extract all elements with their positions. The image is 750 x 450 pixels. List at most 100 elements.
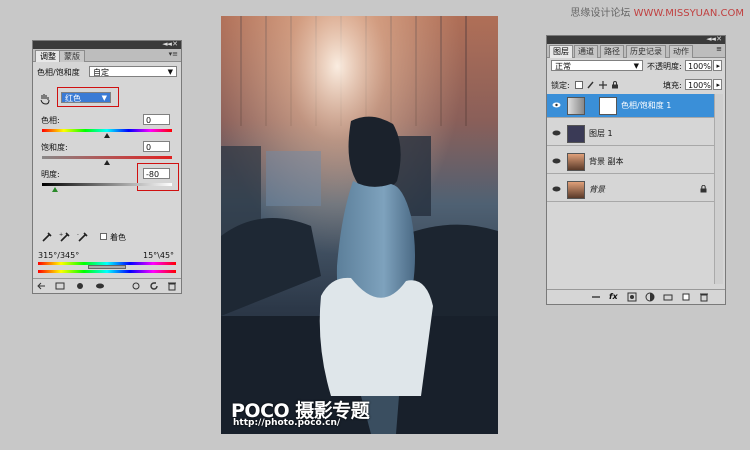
tab-actions[interactable]: 动作 — [669, 45, 693, 58]
lock-position-icon[interactable] — [599, 81, 607, 89]
layer-name[interactable]: 背景 — [589, 184, 605, 195]
tab-paths[interactable]: 路径 — [600, 45, 624, 58]
fill-dropdown[interactable]: ▸ — [713, 79, 722, 90]
layer-mask-thumbnail[interactable] — [599, 97, 617, 115]
adjustments-panel: ◄◄ ✕ 调整 蒙版 ▾≡ 色相/饱和度 自定 ▼ 红色 ▼ 色相: 0 饱和度… — [32, 40, 182, 294]
lock-label: 锁定: — [551, 81, 570, 90]
chevron-right-icon: ▸ — [716, 62, 720, 70]
lock-transparent-icon[interactable] — [575, 81, 583, 89]
panel-title-bar[interactable]: ◄◄ ✕ — [33, 40, 181, 49]
lock-all-icon[interactable] — [611, 81, 619, 89]
add-mask-icon[interactable] — [627, 292, 637, 302]
hue-label: 色相: — [41, 116, 60, 125]
range-right-label: 15°\45° — [143, 251, 175, 260]
panel-menu-icon[interactable]: ≡ — [716, 45, 722, 53]
layer-name[interactable]: 图层 1 — [589, 128, 613, 139]
trash-icon[interactable] — [699, 292, 709, 302]
fill-input[interactable]: 100% — [685, 79, 712, 90]
collapse-icon[interactable]: ◄◄ ✕ — [706, 35, 722, 43]
lightness-slider-thumb[interactable] — [52, 187, 58, 192]
chevron-right-icon: ▸ — [716, 81, 720, 89]
layer-thumbnail — [567, 153, 585, 171]
hue-slider-track[interactable] — [42, 129, 172, 132]
watermark-text: 思缘设计论坛 — [570, 8, 631, 19]
saturation-slider-thumb[interactable] — [104, 160, 110, 165]
opacity-label: 不透明度: — [647, 62, 682, 71]
adjustments-tabs: 调整 蒙版 ▾≡ — [33, 49, 181, 62]
tab-channels[interactable]: 通道 — [574, 45, 598, 58]
layer-name[interactable]: 色相/饱和度 1 — [621, 100, 671, 111]
trash-icon[interactable] — [167, 281, 177, 291]
view-previous-icon[interactable] — [131, 281, 141, 291]
layer-name[interactable]: 背景 副本 — [589, 156, 624, 167]
back-arrow-icon[interactable] — [37, 281, 47, 291]
opacity-input[interactable]: 100% — [685, 60, 712, 71]
tab-layers[interactable]: 图层 — [549, 45, 573, 58]
visibility-eye-icon[interactable] — [552, 102, 561, 108]
clip-to-layer-icon[interactable] — [75, 281, 85, 291]
saturation-slider-track[interactable] — [42, 156, 172, 159]
blend-mode-value: 正常 — [555, 62, 571, 71]
colorize-label: 着色 — [110, 233, 126, 242]
layer-row-hue-saturation[interactable]: 色相/饱和度 1 — [547, 94, 717, 118]
range-slider[interactable] — [88, 265, 126, 269]
new-adjustment-layer-icon[interactable] — [645, 292, 655, 302]
channel-select[interactable]: 红色 ▼ — [61, 92, 111, 103]
layer-row-layer-1[interactable]: 图层 1 — [547, 122, 717, 146]
new-group-icon[interactable] — [663, 292, 673, 302]
watermark-site: WWW.MISSYUAN.COM — [633, 8, 744, 19]
chevron-down-icon: ▼ — [167, 68, 173, 76]
svg-text:-: - — [77, 232, 79, 238]
blend-mode-select[interactable]: 正常 ▼ — [551, 60, 643, 71]
saturation-input[interactable]: 0 — [143, 141, 170, 152]
visibility-eye-icon[interactable] — [552, 186, 561, 192]
photo-image — [221, 16, 498, 434]
saturation-label: 饱和度: — [41, 143, 68, 152]
layers-panel: ◄◄ ✕ 图层 通道 路径 历史记录 动作 ≡ 正常 ▼ 不透明度: 100% … — [546, 35, 726, 305]
visibility-eye-icon[interactable] — [95, 281, 105, 291]
preset-select[interactable]: 自定 ▼ — [89, 66, 177, 77]
hue-slider-thumb[interactable] — [104, 133, 110, 138]
chevron-down-icon: ▼ — [101, 94, 107, 102]
layer-row-background[interactable]: 背景 — [547, 178, 717, 202]
expand-view-icon[interactable] — [55, 281, 65, 291]
layers-scrollbar[interactable] — [714, 94, 723, 284]
chevron-down-icon: ▼ — [633, 62, 639, 70]
poco-url: http://photo.poco.cn/ — [233, 418, 341, 428]
eyedropper-icon[interactable] — [41, 231, 53, 243]
new-layer-icon[interactable] — [681, 292, 691, 302]
layer-thumbnail — [567, 181, 585, 199]
channel-select-value: 红色 — [65, 94, 81, 103]
lightness-input[interactable]: -80 — [143, 168, 170, 179]
layers-bottom-bar: fx — [547, 289, 725, 304]
site-watermark: 思缘设计论坛 WWW.MISSYUAN.COM — [570, 4, 744, 19]
visibility-eye-icon[interactable] — [552, 158, 561, 164]
preset-label: 色相/饱和度 — [37, 68, 80, 77]
collapse-icon[interactable]: ◄◄ ✕ — [162, 40, 178, 48]
link-layers-icon[interactable] — [591, 292, 601, 302]
panel-menu-icon[interactable]: ▾≡ — [169, 50, 178, 58]
layer-style-icon[interactable]: fx — [609, 292, 619, 302]
tab-adjustments[interactable]: 调整 — [35, 50, 61, 62]
range-left-label: 315°/345° — [38, 251, 80, 260]
tab-masks[interactable]: 蒙版 — [59, 50, 85, 62]
hue-input[interactable]: 0 — [143, 114, 170, 125]
lock-image-icon[interactable] — [587, 81, 595, 89]
lightness-slider-track[interactable] — [42, 183, 172, 186]
svg-text:+: + — [59, 232, 63, 238]
lightness-label: 明度: — [41, 170, 60, 179]
adjustment-layer-icon — [567, 97, 585, 115]
eyedropper-subtract-icon[interactable]: - — [77, 231, 89, 243]
layer-row-background-copy[interactable]: 背景 副本 — [547, 150, 717, 174]
eyedropper-add-icon[interactable]: + — [59, 231, 71, 243]
visibility-eye-icon[interactable] — [552, 130, 561, 136]
reset-icon[interactable] — [149, 281, 159, 291]
lock-icon — [700, 185, 707, 193]
layers-title-bar[interactable]: ◄◄ ✕ — [547, 35, 725, 44]
tab-history[interactable]: 历史记录 — [626, 45, 666, 58]
opacity-dropdown[interactable]: ▸ — [713, 60, 722, 71]
targeted-adjustment-hand-icon[interactable] — [39, 93, 51, 105]
preset-select-value: 自定 — [93, 68, 109, 77]
colorize-checkbox[interactable] — [100, 233, 107, 240]
adjustments-bottom-bar — [33, 278, 181, 293]
